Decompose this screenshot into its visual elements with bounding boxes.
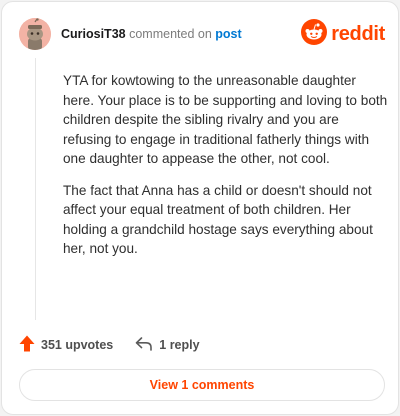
- comment-card: CuriosiT38 commented on post reddit YTA …: [1, 1, 399, 415]
- reddit-wordmark: reddit: [331, 22, 385, 45]
- thread-line: [35, 58, 36, 320]
- view-comments-button[interactable]: View 1 comments: [19, 369, 385, 401]
- author-line: CuriosiT38 commented on post: [61, 27, 242, 41]
- comment-paragraph-1: YTA for kowtowing to the unreasonable da…: [63, 73, 388, 166]
- upvote-arrow-icon: [19, 335, 41, 355]
- comment-actions: 351 upvotes 1 reply: [19, 335, 200, 355]
- post-link[interactable]: post: [215, 27, 241, 41]
- reply-button[interactable]: 1 reply: [135, 336, 200, 354]
- author-name[interactable]: CuriosiT38: [61, 27, 126, 41]
- upvote-count: 351 upvotes: [41, 338, 114, 352]
- reply-arrow-icon: [135, 336, 159, 354]
- reddit-brand[interactable]: reddit: [301, 18, 385, 50]
- comment-paragraph-2: The fact that Anna has a child or doesn'…: [63, 182, 373, 257]
- comment-action-text: commented on: [129, 27, 212, 41]
- reply-count: 1 reply: [159, 338, 200, 352]
- comment-body: YTA for kowtowing to the unreasonable da…: [63, 71, 389, 271]
- comment-header: CuriosiT38 commented on post reddit: [19, 18, 385, 52]
- upvote-button[interactable]: 351 upvotes: [19, 335, 113, 355]
- reddit-logo-icon: [301, 18, 328, 50]
- user-avatar-icon[interactable]: [19, 18, 51, 50]
